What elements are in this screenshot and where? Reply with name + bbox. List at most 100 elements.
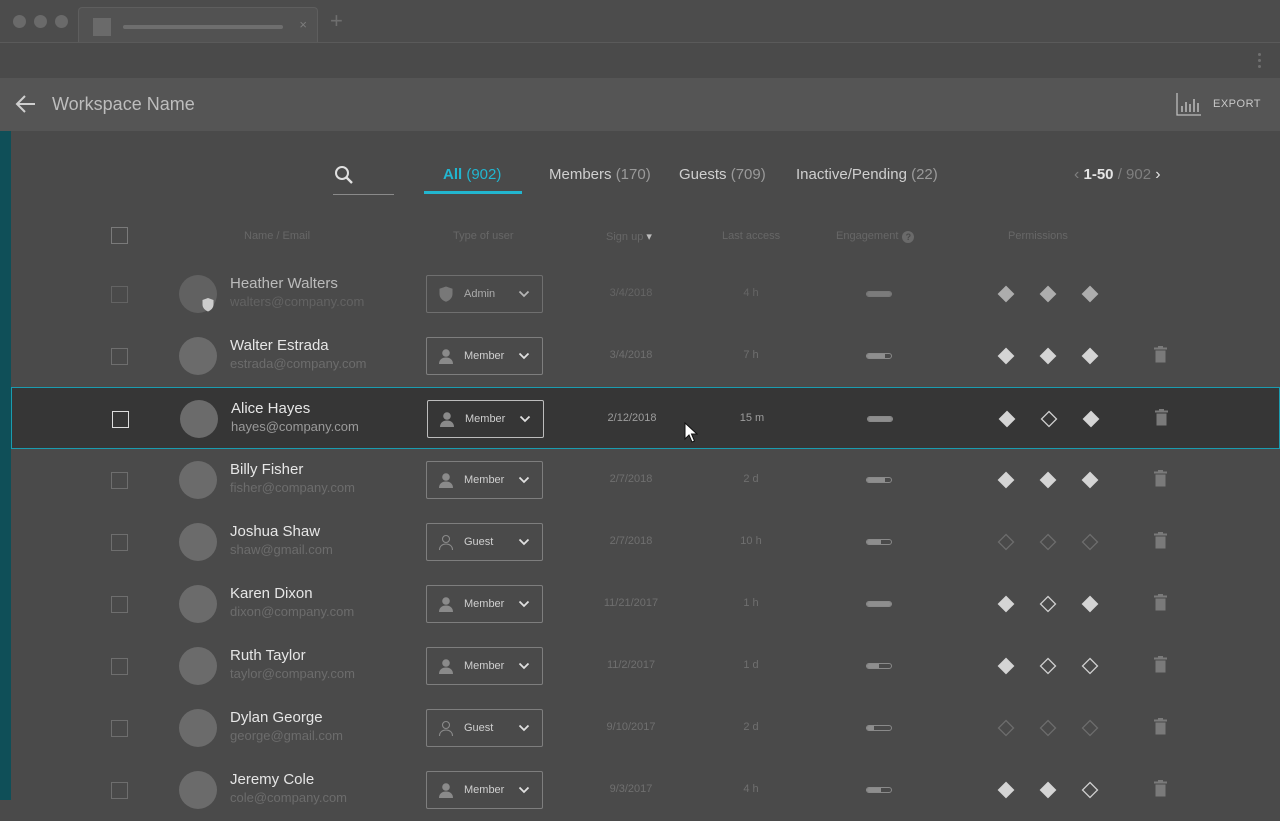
permission-diamond-icon[interactable] bbox=[1081, 719, 1099, 737]
user-type-dropdown[interactable]: Guest bbox=[426, 523, 543, 561]
table-row[interactable]: Alice Hayes hayes@company.com Member 2/12/2… bbox=[11, 387, 1280, 449]
user-type-dropdown[interactable]: Member bbox=[426, 337, 543, 375]
prev-page-icon[interactable]: ‹ bbox=[1074, 166, 1079, 183]
permission-diamond-icon[interactable] bbox=[1081, 347, 1099, 365]
permission-diamond-icon[interactable] bbox=[1039, 285, 1057, 303]
avatar bbox=[179, 771, 217, 809]
permission-diamond-icon[interactable] bbox=[1039, 347, 1057, 365]
table-row[interactable]: Dylan George george@gmail.com Guest 9/10/20… bbox=[11, 697, 1279, 759]
col-engagement[interactable]: Engagement? bbox=[836, 230, 915, 243]
tab-inactive-pending[interactable]: Inactive/Pending (22) bbox=[796, 166, 938, 183]
user-type-label: Guest bbox=[464, 536, 494, 548]
window-minimize-dot[interactable] bbox=[34, 15, 47, 28]
row-checkbox[interactable] bbox=[111, 286, 128, 303]
trash-icon[interactable] bbox=[1154, 656, 1167, 673]
permission-diamond-icon[interactable] bbox=[997, 471, 1015, 489]
col-signup[interactable]: Sign up ▾ bbox=[606, 230, 652, 243]
new-tab-icon[interactable]: + bbox=[330, 10, 343, 32]
user-type-dropdown[interactable]: Member bbox=[426, 585, 543, 623]
table-row[interactable]: Joshua Shaw shaw@gmail.com Guest 2/7/2018 10… bbox=[11, 511, 1279, 573]
browser-menu-icon[interactable] bbox=[1258, 53, 1262, 68]
last-access: 7 h bbox=[743, 349, 759, 361]
permission-diamond-icon[interactable] bbox=[997, 657, 1015, 675]
user-name: Ruth Taylor bbox=[230, 647, 306, 664]
permission-diamond-icon[interactable] bbox=[1081, 781, 1099, 799]
window-close-dot[interactable] bbox=[13, 15, 26, 28]
permission-diamond-icon[interactable] bbox=[997, 781, 1015, 799]
permission-diamond-icon[interactable] bbox=[1039, 657, 1057, 675]
table-row[interactable]: Karen Dixon dixon@company.com Member 11/21/… bbox=[11, 573, 1279, 635]
trash-icon[interactable] bbox=[1155, 409, 1168, 426]
col-last-access[interactable]: Last access bbox=[722, 230, 780, 242]
favicon-icon bbox=[93, 18, 111, 36]
permission-diamond-icon[interactable] bbox=[1081, 285, 1099, 303]
help-icon[interactable]: ? bbox=[902, 231, 915, 243]
user-type-dropdown[interactable]: Member bbox=[426, 647, 543, 685]
tab-all[interactable]: All (902) bbox=[443, 166, 501, 183]
user-type-dropdown[interactable]: Member bbox=[427, 400, 544, 438]
user-type-dropdown[interactable]: Member bbox=[426, 461, 543, 499]
row-checkbox[interactable] bbox=[111, 348, 128, 365]
engagement-bar bbox=[866, 477, 892, 483]
table-row[interactable]: Billy Fisher fisher@company.com Member 2/7/… bbox=[11, 449, 1279, 511]
permission-diamond-icon[interactable] bbox=[997, 595, 1015, 613]
permission-diamond-icon[interactable] bbox=[1081, 657, 1099, 675]
permission-diamond-icon[interactable] bbox=[997, 285, 1015, 303]
row-checkbox[interactable] bbox=[111, 534, 128, 551]
permission-diamond-icon[interactable] bbox=[1081, 595, 1099, 613]
trash-icon[interactable] bbox=[1154, 594, 1167, 611]
table-row[interactable]: Walter Estrada estrada@company.com Member 3… bbox=[11, 325, 1279, 387]
table-row[interactable]: Heather Walters walters@company.com Admin 3… bbox=[11, 263, 1279, 325]
permission-diamond-icon[interactable] bbox=[1040, 410, 1058, 428]
permission-diamond-icon[interactable] bbox=[1039, 533, 1057, 551]
permission-diamond-icon[interactable] bbox=[997, 347, 1015, 365]
permission-diamond-icon[interactable] bbox=[1039, 719, 1057, 737]
permission-diamond-icon[interactable] bbox=[997, 533, 1015, 551]
export-button[interactable]: EXPORT bbox=[1213, 98, 1261, 110]
tab-members[interactable]: Members (170) bbox=[549, 166, 651, 183]
select-all-checkbox[interactable] bbox=[111, 227, 128, 244]
user-type-dropdown[interactable]: Member bbox=[426, 771, 543, 809]
permission-diamond-icon[interactable] bbox=[1082, 410, 1100, 428]
row-checkbox[interactable] bbox=[111, 782, 128, 799]
table-row[interactable]: Ruth Taylor taylor@company.com Member 11/2/… bbox=[11, 635, 1279, 697]
search-field[interactable] bbox=[333, 162, 394, 195]
permission-diamond-icon[interactable] bbox=[1039, 595, 1057, 613]
row-checkbox[interactable] bbox=[111, 658, 128, 675]
user-type-dropdown[interactable]: Guest bbox=[426, 709, 543, 747]
tab-guests[interactable]: Guests (709) bbox=[679, 166, 766, 183]
chevron-down-icon bbox=[518, 662, 530, 670]
trash-icon[interactable] bbox=[1154, 470, 1167, 487]
user-type-dropdown[interactable]: Admin bbox=[426, 275, 543, 313]
row-checkbox[interactable] bbox=[111, 472, 128, 489]
col-permissions[interactable]: Permissions bbox=[1008, 230, 1068, 242]
trash-icon[interactable] bbox=[1154, 718, 1167, 735]
col-name-email[interactable]: Name / Email bbox=[244, 230, 310, 242]
trash-icon[interactable] bbox=[1154, 532, 1167, 549]
row-checkbox[interactable] bbox=[111, 720, 128, 737]
permission-diamond-icon[interactable] bbox=[1081, 533, 1099, 551]
permission-diamond-icon[interactable] bbox=[1039, 471, 1057, 489]
row-checkbox[interactable] bbox=[111, 596, 128, 613]
permission-diamond-icon[interactable] bbox=[1039, 781, 1057, 799]
next-page-icon[interactable]: › bbox=[1155, 166, 1160, 183]
window-maximize-dot[interactable] bbox=[55, 15, 68, 28]
page-separator: / bbox=[1117, 166, 1122, 183]
permission-diamond-icon[interactable] bbox=[1081, 471, 1099, 489]
row-checkbox[interactable] bbox=[112, 411, 129, 428]
permission-diamond-icon[interactable] bbox=[997, 719, 1015, 737]
col-type[interactable]: Type of user bbox=[453, 230, 514, 242]
engagement-bar bbox=[866, 787, 892, 793]
permission-diamond-icon[interactable] bbox=[998, 410, 1016, 428]
trash-icon[interactable] bbox=[1154, 780, 1167, 797]
browser-tab[interactable]: × bbox=[78, 7, 318, 42]
table-row[interactable]: Jeremy Cole cole@company.com Member 9/3/201… bbox=[11, 759, 1279, 821]
trash-icon[interactable] bbox=[1154, 346, 1167, 363]
mouse-cursor-icon bbox=[684, 422, 698, 443]
back-arrow-icon[interactable] bbox=[14, 92, 38, 116]
tab-all-count: (902) bbox=[466, 166, 502, 183]
tab-close-icon[interactable]: × bbox=[299, 17, 307, 32]
chart-export-icon[interactable] bbox=[1176, 92, 1202, 116]
signup-date: 2/7/2018 bbox=[609, 535, 653, 547]
page-range: 1-50 bbox=[1083, 166, 1114, 183]
